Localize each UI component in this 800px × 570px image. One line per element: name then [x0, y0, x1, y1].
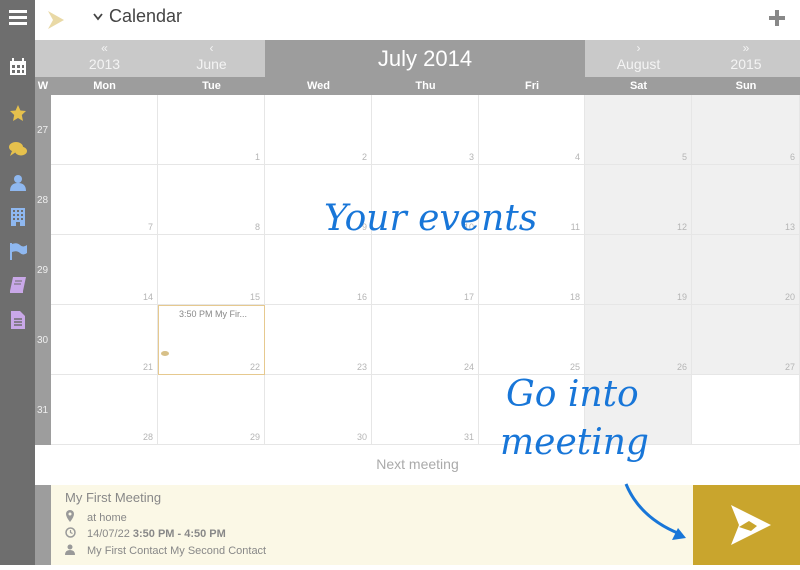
weekday-header-fri: Fri [524, 80, 540, 92]
day-cell[interactable] [51, 95, 158, 165]
flag-icon[interactable] [0, 236, 35, 266]
day-cell[interactable]: 7 [51, 165, 158, 235]
annotation-go-into: Go into [506, 374, 639, 415]
day-cell[interactable]: 27 [692, 305, 800, 375]
book-icon[interactable] [0, 270, 35, 300]
event-label[interactable]: 3:50 PM My Fir... [179, 309, 247, 319]
day-cell[interactable]: 2 [265, 95, 372, 165]
add-button[interactable] [768, 9, 788, 29]
weekday-header-sun: Sun [735, 80, 757, 92]
day-cell[interactable]: 31 [372, 375, 479, 445]
person-icon [65, 544, 87, 558]
weekday-header-tue: Tue [202, 80, 221, 92]
month-navigation: « 2013 ‹ June July 2014 › August » 2015 [35, 40, 800, 77]
sidebar [0, 0, 35, 565]
annotation-meeting: meeting [500, 422, 649, 463]
go-into-meeting-button[interactable] [693, 485, 800, 565]
day-cell[interactable]: 15 [158, 235, 265, 305]
weekday-header-sat: Sat [629, 80, 648, 92]
day-cell[interactable]: 14 [51, 235, 158, 305]
next-month-button[interactable]: › August [585, 40, 692, 77]
day-cell[interactable]: 19 [585, 235, 692, 305]
next-year-button[interactable]: » 2015 [692, 40, 800, 77]
day-cell[interactable]: 26 [585, 305, 692, 375]
next-month-label: August [616, 56, 661, 72]
day-cell[interactable]: 21 [51, 305, 158, 375]
day-cell[interactable]: 8 [158, 165, 265, 235]
current-month-label: July 2014 [265, 40, 585, 77]
meeting-location: at home [87, 511, 127, 524]
day-cell[interactable]: 6 [692, 95, 800, 165]
day-cell[interactable]: 1 [158, 95, 265, 165]
day-cell[interactable]: 28 [51, 375, 158, 445]
next-year-label: 2015 [730, 56, 762, 72]
meeting-title: My First Meeting [65, 490, 162, 505]
week-number: 29 [35, 235, 51, 305]
day-cell[interactable]: 20 [692, 235, 800, 305]
location-pin-icon [65, 510, 87, 525]
meeting-contacts-row: My First Contact My Second Contact [65, 544, 266, 558]
weekday-header-thu: Thu [415, 80, 436, 92]
meeting-location-row: at home [65, 510, 127, 525]
menu-icon[interactable] [0, 2, 35, 32]
plus-icon [769, 10, 785, 26]
next-meeting-card[interactable]: My First Meeting at home 14/07/22 3:50 P… [35, 485, 693, 565]
weekday-header-mon: Mon [93, 80, 116, 92]
day-cell[interactable]: 25 [479, 305, 585, 375]
calendar-title-dropdown[interactable]: Calendar [93, 6, 182, 27]
clock-icon [65, 527, 87, 541]
meeting-contacts: My First Contact My Second Contact [87, 545, 267, 557]
prev-year-button[interactable]: « 2013 [51, 40, 158, 77]
weekday-header-wed: Wed [306, 80, 331, 92]
week-column-header: W [37, 80, 49, 92]
next-month-arrow-icon: › [636, 41, 641, 55]
calendar-grid: 27 1 2 3 4 5 6 28 7 8 9 10 11 12 13 29 1… [35, 95, 800, 445]
day-cell[interactable]: 29 [158, 375, 265, 445]
meeting-time-row: 14/07/22 3:50 PM - 4:50 PM [65, 527, 226, 541]
week-number: 27 [35, 95, 51, 165]
day-cell[interactable]: 4 [479, 95, 585, 165]
day-cell[interactable]: 5 [585, 95, 692, 165]
meeting-side-strip [35, 485, 51, 565]
day-cell[interactable]: 16 [265, 235, 372, 305]
week-number: 31 [35, 375, 51, 445]
page-title: Calendar [109, 6, 183, 26]
day-cell[interactable]: 17 [372, 235, 479, 305]
day-cell[interactable]: 12 [585, 165, 692, 235]
app-logo-icon [47, 10, 65, 35]
chevron-down-icon [93, 12, 103, 20]
chat-icon[interactable] [0, 134, 35, 164]
day-cell-selected[interactable]: 3:50 PM My Fir... 22 [158, 305, 265, 375]
top-bar: Calendar [35, 0, 800, 40]
next-year-arrow-icon: » [742, 41, 750, 55]
day-cell[interactable]: 30 [265, 375, 372, 445]
day-cell[interactable]: 18 [479, 235, 585, 305]
user-icon[interactable] [0, 168, 35, 198]
building-icon[interactable] [0, 202, 35, 232]
prev-month-label: June [196, 56, 227, 72]
week-number: 28 [35, 165, 51, 235]
day-cell[interactable]: 23 [265, 305, 372, 375]
day-cell[interactable] [692, 375, 800, 445]
calendar-icon[interactable] [0, 52, 35, 82]
meeting-time: 3:50 PM - 4:50 PM [132, 528, 226, 540]
annotation-your-events: Your events [324, 198, 538, 239]
event-marker [161, 351, 169, 356]
day-cell[interactable]: 3 [372, 95, 479, 165]
prev-year-arrow-icon: « [101, 41, 108, 55]
meeting-date: 14/07/22 [87, 528, 130, 540]
handshake-play-icon [731, 505, 771, 545]
prev-year-label: 2013 [88, 56, 121, 72]
star-icon[interactable] [0, 98, 35, 128]
annotation-arrow-icon [624, 483, 686, 540]
weekday-header: W Mon Tue Wed Thu Fri Sat Sun [35, 77, 800, 95]
week-number: 30 [35, 305, 51, 375]
day-cell[interactable]: 13 [692, 165, 800, 235]
document-icon[interactable] [0, 305, 35, 335]
prev-month-arrow-icon: ‹ [209, 41, 214, 55]
prev-month-button[interactable]: ‹ June [158, 40, 265, 77]
day-cell[interactable]: 24 [372, 305, 479, 375]
